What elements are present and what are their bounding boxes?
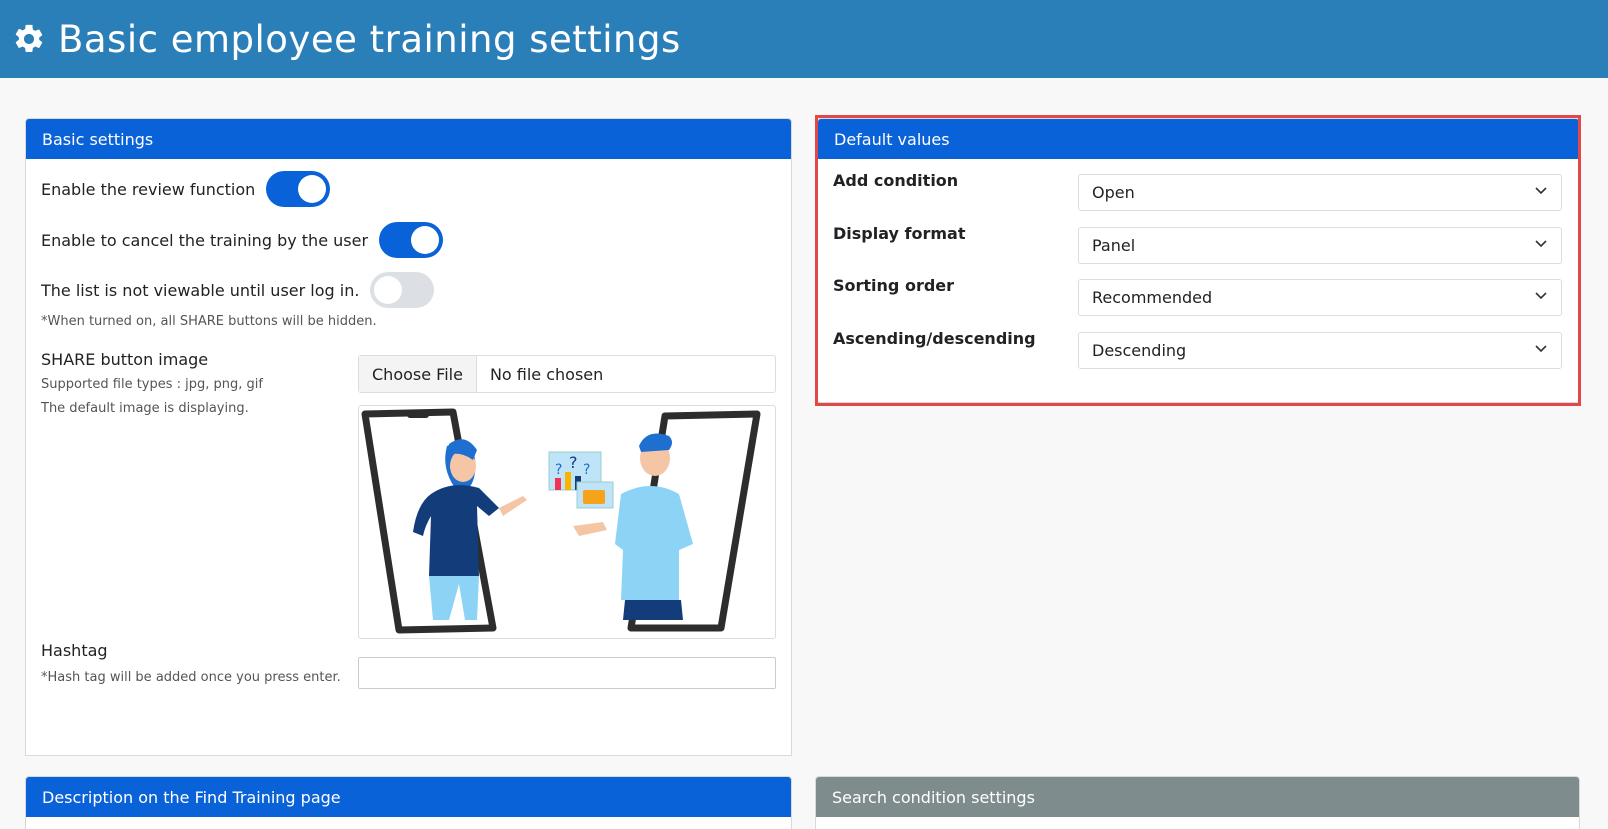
page-header: Basic employee training settings [0,0,1608,78]
svg-text:?: ? [555,462,562,478]
hashtag-label: Hashtag [41,641,108,660]
ascending-descending-value: Descending [1092,341,1187,360]
login-note: *When turned on, all SHARE buttons will … [41,314,377,329]
display-format-select[interactable]: Panel [1078,227,1562,264]
cancel-label: Enable to cancel the training by the use… [41,230,369,250]
sorting-order-value: Recommended [1092,288,1213,307]
default-values-panel: Default values Add condition Open Displa… [817,118,1580,403]
cancel-toggle[interactable] [379,222,444,258]
display-format-label: Display format [833,224,966,243]
sorting-order-select[interactable]: Recommended [1078,279,1562,316]
basic-settings-panel: Basic settings Enable the review functio… [25,118,792,756]
login-toggle[interactable] [370,272,435,308]
ascending-descending-row: Ascending/descending Descending [818,329,1581,369]
chevron-down-icon [1535,292,1547,300]
sorting-order-row: Sorting order Recommended [818,276,1581,316]
gear-icon [12,21,48,57]
add-condition-row: Add condition Open [818,171,1581,211]
hashtag-note: *Hash tag will be added once you press e… [41,670,341,685]
description-panel: Description on the Find Training page [25,776,792,829]
hashtag-input[interactable] [358,657,776,689]
share-illustration: ? ? ? [361,408,761,634]
no-file-text: No file chosen [489,364,604,384]
share-default-note: The default image is displaying. [41,401,249,416]
add-condition-label: Add condition [833,171,959,190]
share-types: Supported file types : jpg, png, gif [41,377,263,392]
choose-file-button[interactable]: Choose File [359,356,477,392]
default-values-title: Default values [818,119,1579,159]
basic-settings-title: Basic settings [26,119,791,159]
chevron-down-icon [1535,345,1547,353]
chevron-down-icon [1535,187,1547,195]
display-format-row: Display format Panel [818,224,1581,264]
chevron-down-icon [1535,240,1547,248]
share-file-input[interactable]: Choose File No file chosen [358,355,776,393]
svg-text:?: ? [583,462,590,478]
svg-text:?: ? [569,453,578,472]
login-row: The list is not viewable until user log … [41,272,435,308]
share-label: SHARE button image [41,350,209,369]
page-title: Basic employee training settings [58,17,681,61]
share-image-preview: ? ? ? [358,405,776,639]
sorting-order-label: Sorting order [833,276,955,295]
add-condition-select[interactable]: Open [1078,174,1562,211]
review-label: Enable the review function [41,179,256,199]
description-panel-title: Description on the Find Training page [26,777,791,817]
ascending-descending-select[interactable]: Descending [1078,332,1562,369]
add-condition-value: Open [1092,183,1135,202]
cancel-row: Enable to cancel the training by the use… [41,222,444,258]
display-format-value: Panel [1092,236,1136,255]
review-row: Enable the review function [41,171,331,207]
search-condition-title: Search condition settings [816,777,1579,817]
ascending-descending-label: Ascending/descending [833,329,1036,348]
search-condition-panel: Search condition settings [815,776,1580,829]
login-label: The list is not viewable until user log … [41,280,360,300]
review-toggle[interactable] [266,171,331,207]
